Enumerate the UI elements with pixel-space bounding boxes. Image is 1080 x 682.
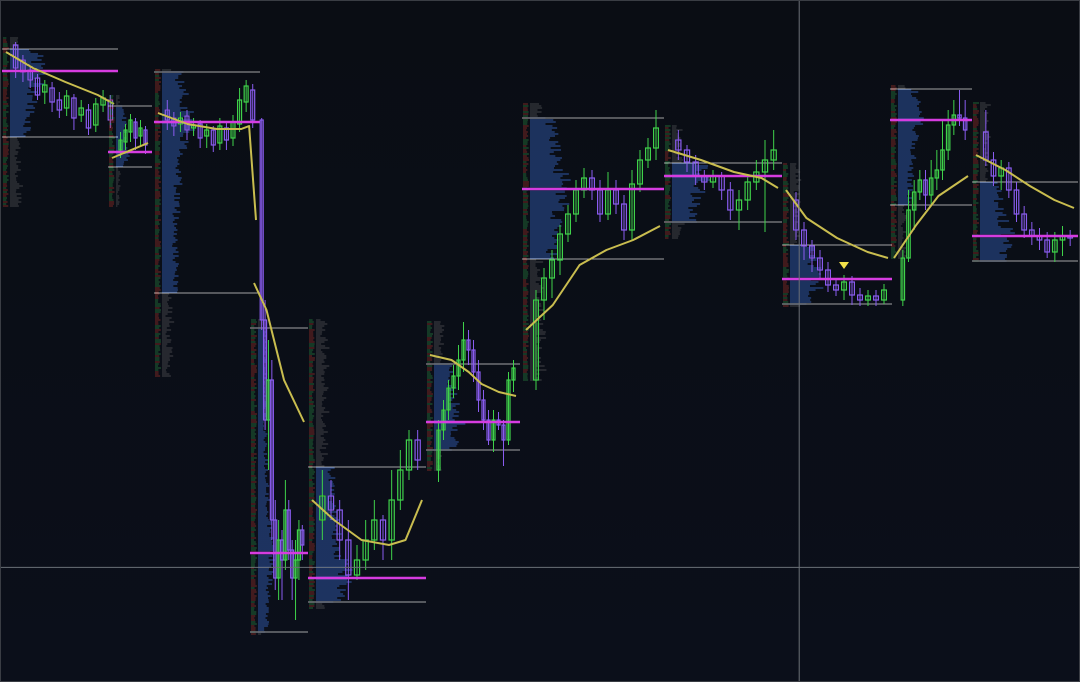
candle: [269, 360, 274, 540]
candle: [262, 300, 268, 430]
price-chart[interactable]: [0, 0, 1080, 682]
candle: [506, 372, 511, 445]
candle: [900, 250, 906, 306]
plot-background: [1, 1, 1079, 681]
